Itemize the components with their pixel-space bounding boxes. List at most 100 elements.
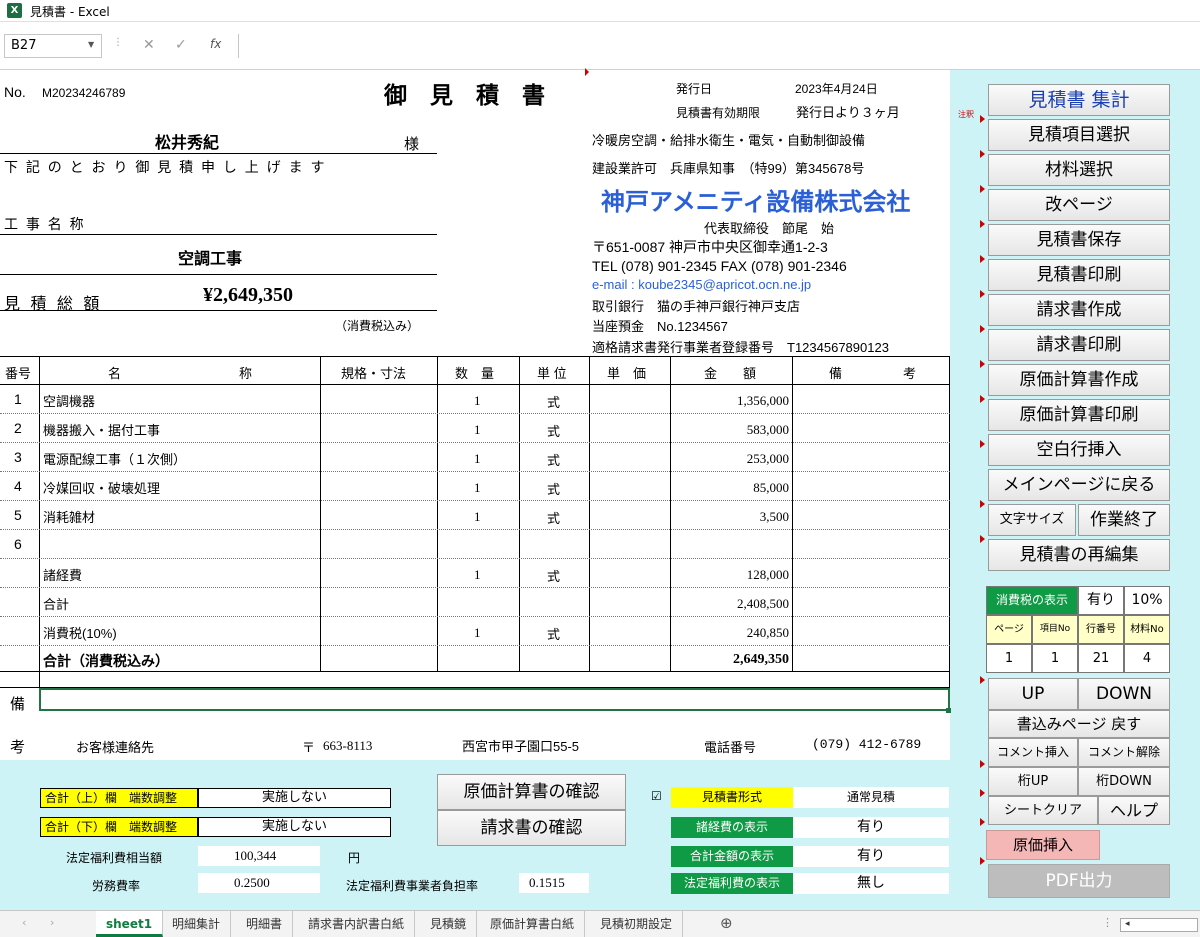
tab-scroll-right-icon[interactable]: › [50, 916, 54, 929]
upper-rounding-value[interactable]: 実施しない [198, 788, 391, 808]
comment-marker [980, 535, 985, 543]
comment-marker [980, 440, 985, 448]
tab-initial-settings[interactable]: 見積初期設定 [590, 911, 684, 937]
note-small-label: 注釈 [958, 110, 974, 119]
row-name[interactable]: 空調機器 [43, 391, 95, 410]
reedit-estimate-button[interactable]: 見積書の再編集 [988, 539, 1170, 571]
remove-comment-button[interactable]: コメント解除 [1078, 738, 1170, 767]
row-unit[interactable]: 式 [547, 508, 560, 527]
tax-display-value[interactable]: 有り [1078, 586, 1124, 615]
sheet-clear-button[interactable]: シートクリア [988, 796, 1098, 825]
pdf-output-button[interactable]: PDF出力 [988, 864, 1170, 898]
create-cost-sheet-button[interactable]: 原価計算書作成 [988, 364, 1170, 396]
comment-marker [980, 290, 985, 298]
tax-amount: 240,850 [746, 625, 789, 640]
company-invoice-reg: 適格請求書発行事業者登録番号 T1234567890123 [592, 340, 889, 355]
scroll-left-arrow-icon[interactable]: ◂ [1125, 919, 1130, 929]
window-title: 見積書 - Excel [30, 5, 110, 19]
row-no: 4 [14, 478, 22, 494]
print-cost-sheet-button[interactable]: 原価計算書印刷 [988, 399, 1170, 431]
quit-button[interactable]: 作業終了 [1078, 504, 1170, 536]
row-name[interactable]: 諸経費 [43, 565, 82, 584]
function-icon[interactable]: fx [210, 37, 221, 51]
tax-rate[interactable]: 10% [1124, 586, 1170, 615]
chevron-down-icon[interactable]: ▼ [88, 40, 94, 49]
check-cost-sheet-button[interactable]: 原価計算書の確認 [437, 774, 626, 810]
welfare-value[interactable]: 100,344 [198, 846, 320, 866]
format-checkbox[interactable]: ☑ [651, 789, 662, 803]
add-sheet-icon[interactable]: ⊕ [720, 914, 733, 932]
row-unit[interactable]: 式 [547, 566, 560, 585]
help-button[interactable]: ヘルプ [1098, 796, 1170, 825]
row-unit[interactable]: 式 [547, 392, 560, 411]
comment-marker [980, 255, 985, 263]
estimate-total-button[interactable]: 見積書 集計 [988, 84, 1170, 116]
down-button[interactable]: DOWN [1078, 678, 1170, 710]
save-estimate-button[interactable]: 見積書保存 [988, 224, 1170, 256]
grand-total-label: 合計（消費税込み） [43, 653, 169, 669]
insert-comment-button[interactable]: コメント挿入 [988, 738, 1078, 767]
row-unit[interactable]: 式 [547, 450, 560, 469]
row-name[interactable]: 機器搬入・据付工事 [43, 420, 160, 439]
insert-cost-button[interactable]: 原価挿入 [986, 830, 1100, 860]
create-invoice-button[interactable]: 請求書作成 [988, 294, 1170, 326]
customer-phone: (079) 412-6789 [812, 737, 922, 752]
print-invoice-button[interactable]: 請求書印刷 [988, 329, 1170, 361]
comment-marker [980, 360, 985, 368]
select-items-button[interactable]: 見積項目選択 [988, 119, 1170, 151]
row-qty[interactable]: 1 [474, 480, 481, 496]
row-amount: 1,356,000 [737, 393, 789, 408]
comment-marker [980, 325, 985, 333]
row-qty[interactable]: 1 [474, 509, 481, 525]
burden-rate-value[interactable]: 0.1515 [519, 873, 589, 893]
company-license: 建設業許可 兵庫県知事 （特99）第345678号 [592, 161, 865, 176]
row-qty[interactable]: 1 [474, 422, 481, 438]
tab-detail[interactable]: 明細書 [236, 911, 294, 937]
comment-marker [980, 857, 985, 865]
expense-display-value[interactable]: 有り [793, 817, 949, 838]
welfare-display-value[interactable]: 無し [793, 873, 949, 894]
labor-rate-value[interactable]: 0.2500 [198, 873, 320, 893]
formula-input[interactable] [238, 34, 1200, 58]
tab-estimate-cover[interactable]: 見積鏡 [420, 911, 478, 937]
tab-cost-blank[interactable]: 原価計算書白紙 [480, 911, 586, 937]
horizontal-scrollbar[interactable]: ◂ [1120, 918, 1198, 932]
comment-marker [980, 760, 985, 768]
page-header: ページ [986, 615, 1032, 644]
row-qty[interactable]: 1 [474, 567, 481, 583]
tab-sheet1[interactable]: sheet1 [96, 911, 164, 937]
tab-detail-summary[interactable]: 明細集計 [162, 911, 232, 937]
up-button[interactable]: UP [988, 678, 1078, 710]
row-qty[interactable]: 1 [474, 451, 481, 467]
cancel-icon[interactable]: ✕ [143, 37, 155, 53]
tax-qty: 1 [474, 625, 481, 640]
insert-blank-row-button[interactable]: 空白行挿入 [988, 434, 1170, 466]
row-no: 5 [14, 507, 22, 523]
digit-up-button[interactable]: 桁UP [988, 767, 1078, 796]
format-value[interactable]: 通常見積 [793, 787, 949, 808]
row-name[interactable]: 消耗雑材 [43, 507, 95, 526]
row-qty[interactable]: 1 [474, 393, 481, 409]
select-material-button[interactable]: 材料選択 [988, 154, 1170, 186]
row-unit[interactable]: 式 [547, 421, 560, 440]
col-header-price: 単 価 [607, 366, 647, 381]
expense-display-label: 諸経費の表示 [671, 817, 793, 838]
print-estimate-button[interactable]: 見積書印刷 [988, 259, 1170, 291]
check-invoice-button[interactable]: 請求書の確認 [437, 810, 626, 846]
lower-rounding-value[interactable]: 実施しない [198, 817, 391, 837]
row-unit[interactable]: 式 [547, 479, 560, 498]
font-size-button[interactable]: 文字サイズ [988, 504, 1076, 536]
back-to-main-button[interactable]: メインページに戻る [988, 469, 1170, 501]
row-name[interactable]: 冷媒回収・破壊処理 [43, 478, 160, 497]
sum-display-value[interactable]: 有り [793, 846, 949, 867]
selected-cell-b27[interactable] [39, 688, 950, 711]
tab-invoice-blank[interactable]: 請求書内訳書白紙 [298, 911, 416, 937]
return-write-page-button[interactable]: 書込みページ 戻す [988, 710, 1170, 738]
fill-handle[interactable] [946, 708, 951, 713]
digit-down-button[interactable]: 桁DOWN [1078, 767, 1170, 796]
tab-scroll-left-icon[interactable]: ‹ [22, 916, 26, 929]
row-name[interactable]: 電源配線工事（１次側） [43, 449, 186, 468]
page-break-button[interactable]: 改ページ [988, 189, 1170, 221]
row-amount: 85,000 [753, 480, 789, 495]
check-icon[interactable]: ✓ [175, 37, 187, 53]
